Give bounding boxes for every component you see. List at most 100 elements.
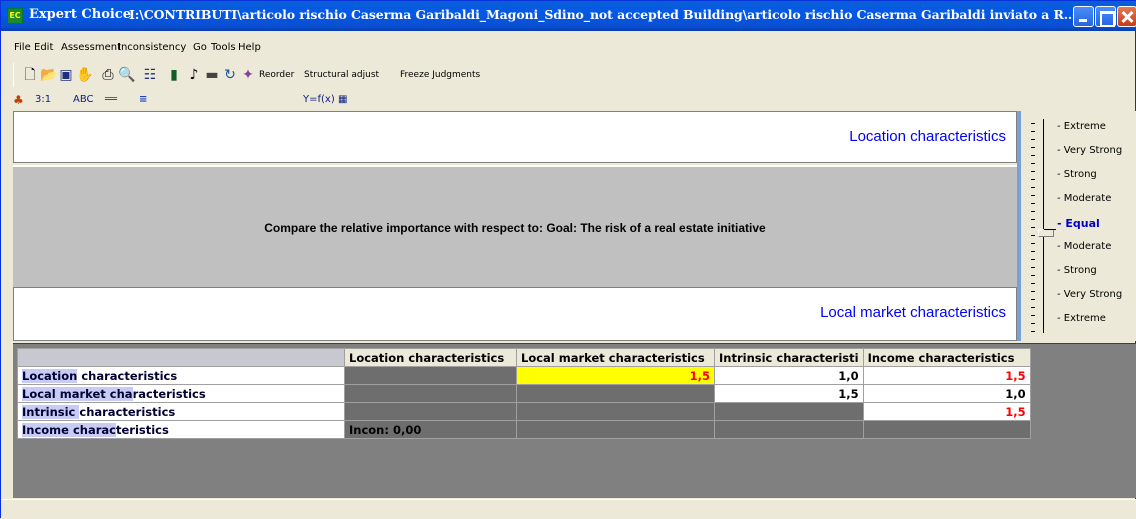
column-header[interactable]: Local market characteristics: [516, 348, 715, 367]
fruit-icon[interactable]: ♣: [13, 93, 24, 107]
maximize-button[interactable]: [1095, 6, 1116, 27]
toolbar: 🗋 📂 ▣ ✋ ⎙ 🔍 ☷ ▮ ♪ ▬ ↻ ✦ Reorder Structur…: [13, 63, 554, 87]
app-name: Expert Choice: [29, 7, 131, 22]
compare-prompt: Compare the relative importance with res…: [264, 221, 766, 235]
matrix-cell[interactable]: 1,5: [714, 384, 864, 403]
scale-tick: [1031, 315, 1035, 316]
column-header[interactable]: Income characteristics: [862, 348, 1031, 367]
magic-wand-icon[interactable]: ✦: [240, 67, 256, 83]
matrix-cell: [862, 420, 1031, 439]
scale-tick: [1031, 139, 1035, 140]
compare-prompt-pane: Compare the relative importance with res…: [13, 165, 1017, 287]
row-header[interactable]: Intrinsic characteristics: [17, 402, 345, 421]
new-file-icon[interactable]: 🗋: [22, 67, 38, 83]
reorder-button[interactable]: Reorder: [259, 70, 294, 80]
hierarchy-icon[interactable]: ☷: [142, 67, 158, 83]
calculator-icon[interactable]: ▮: [166, 67, 182, 83]
matrix-cell[interactable]: 1,5: [862, 402, 1031, 421]
scale-label[interactable]: - Strong: [1057, 169, 1097, 180]
scale-label[interactable]: - Extreme: [1057, 313, 1106, 324]
scale-tick: [1031, 275, 1035, 276]
open-folder-icon[interactable]: 📂: [40, 67, 57, 83]
scale-label[interactable]: - Moderate: [1057, 193, 1111, 204]
scale-tick: [1031, 171, 1035, 172]
scale-tick: [1031, 163, 1035, 164]
print-icon[interactable]: ⎙: [100, 67, 116, 83]
scale-label[interactable]: - Extreme: [1057, 121, 1106, 132]
matrix-row: Local market characteristics 1,5 1,0: [17, 384, 1031, 403]
print-preview-icon[interactable]: 🔍: [118, 67, 135, 83]
scale-tick: [1031, 203, 1035, 204]
freeze-judgments-button[interactable]: Freeze Judgments: [400, 70, 480, 80]
menu-assessment[interactable]: Assessment: [61, 42, 121, 53]
scale-pointer: [1044, 229, 1056, 230]
top-element-pane[interactable]: Location characteristics: [13, 111, 1017, 163]
inconsistency-ratio: Incon: 0,00: [344, 420, 517, 439]
verbal-scale[interactable]: - Extreme - Very Strong - Strong - Moderate…: [1021, 111, 1136, 341]
scale-tick: [1031, 243, 1035, 244]
scale-tick: [1031, 147, 1035, 148]
matrix-cell: [344, 384, 517, 403]
matrix-cell: [516, 384, 715, 403]
scale-tick: [1031, 267, 1035, 268]
scale-tick: [1031, 235, 1035, 236]
scale-track[interactable]: [1043, 119, 1044, 333]
save-icon[interactable]: ▣: [58, 67, 74, 83]
menu-inconsistency[interactable]: Inconsistency: [118, 42, 186, 53]
close-button[interactable]: [1117, 6, 1136, 27]
scale-tick: [1031, 291, 1035, 292]
bottom-element-pane[interactable]: Local market characteristics: [13, 287, 1017, 341]
menu-go[interactable]: Go: [193, 42, 207, 53]
scale-label[interactable]: - Very Strong: [1057, 145, 1122, 156]
column-header[interactable]: Location characteristics: [344, 348, 517, 367]
refresh-icon[interactable]: ↻: [222, 67, 238, 83]
keyboard-icon[interactable]: ▬: [204, 67, 220, 83]
matrix-cell: [714, 420, 864, 439]
matrix-cell[interactable]: 1,5: [862, 366, 1031, 385]
tab-formula[interactable]: Y=f(x): [303, 93, 335, 107]
row-header[interactable]: Local market characteristics: [17, 384, 345, 403]
matrix-cell: [344, 366, 517, 385]
tab-numeric[interactable]: 3:1: [35, 93, 51, 107]
scale-tick: [1031, 211, 1035, 212]
minimize-button[interactable]: [1073, 6, 1094, 27]
matrix-cell[interactable]: 1,0: [862, 384, 1031, 403]
matrix-corner: [17, 348, 345, 367]
scale-label[interactable]: - Equal: [1057, 217, 1100, 230]
row-header[interactable]: Income characteristics: [17, 420, 345, 439]
tab-graphical-icon[interactable]: ══: [105, 93, 117, 107]
scale-tick: [1031, 123, 1035, 124]
expert-choice-app-icon[interactable]: EC: [7, 8, 23, 24]
column-header[interactable]: Intrinsic characteristi: [714, 348, 864, 367]
menu-edit[interactable]: Edit: [34, 42, 53, 53]
main-window: EC Expert Choice I:\CONTRIBUTI\articolo …: [0, 0, 1136, 519]
scale-label[interactable]: - Moderate: [1057, 241, 1111, 252]
judgment-matrix: Location characteristics Local market ch…: [17, 348, 1031, 439]
structural-adjust-button[interactable]: Structural adjust: [304, 70, 379, 80]
matrix-cell: [516, 402, 715, 421]
scale-tick: [1031, 323, 1035, 324]
scale-label[interactable]: - Very Strong: [1057, 289, 1122, 300]
tab-matrix-icon[interactable]: ▦: [338, 93, 347, 107]
scale-tick: [1031, 331, 1035, 332]
scale-label[interactable]: - Strong: [1057, 265, 1097, 276]
bottom-element-label: Local market characteristics: [820, 304, 1006, 321]
menu-tools[interactable]: Tools: [211, 42, 236, 53]
matrix-cell-selected[interactable]: 1,5: [516, 366, 715, 385]
scale-tick: [1031, 307, 1035, 308]
status-bar: [1, 499, 1136, 519]
title-bar[interactable]: EC Expert Choice I:\CONTRIBUTI\articolo …: [1, 1, 1136, 31]
menu-file[interactable]: File: [14, 42, 31, 53]
scale-tick: [1031, 131, 1035, 132]
menu-help[interactable]: Help: [238, 42, 261, 53]
scale-tick: [1031, 155, 1035, 156]
tab-verbal[interactable]: ABC: [73, 93, 94, 107]
tab-bar-icon[interactable]: ≡: [139, 93, 147, 107]
hand-icon[interactable]: ✋: [76, 67, 93, 83]
matrix-cell[interactable]: 1,0: [714, 366, 864, 385]
scale-slider-thumb[interactable]: [1038, 229, 1054, 237]
matrix-row: Intrinsic characteristics 1,5: [17, 402, 1031, 421]
music-note-icon[interactable]: ♪: [186, 67, 202, 83]
row-header[interactable]: Location characteristics: [17, 366, 345, 385]
scale-tick: [1031, 259, 1035, 260]
